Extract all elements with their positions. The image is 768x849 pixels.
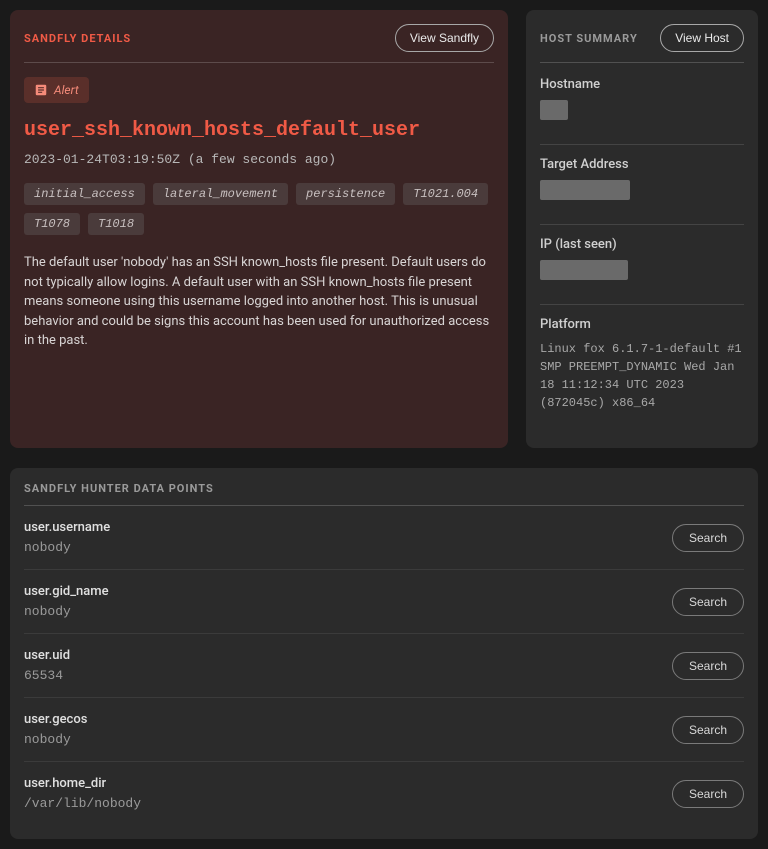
data-point-value: 65534 xyxy=(24,668,70,683)
alert-badge: Alert xyxy=(24,77,89,103)
finding-name: user_ssh_known_hosts_default_user xyxy=(24,119,494,142)
details-header: SANDFLY DETAILS View Sandfly xyxy=(24,24,494,63)
data-points-list: user.usernamenobodySearchuser.gid_nameno… xyxy=(24,506,744,825)
finding-timestamp: 2023-01-24T03:19:50Z (a few seconds ago) xyxy=(24,152,494,167)
host-header: HOST SUMMARY View Host xyxy=(540,24,744,63)
data-point-key: user.home_dir xyxy=(24,776,141,791)
data-point-key: user.uid xyxy=(24,648,70,663)
tag[interactable]: lateral_movement xyxy=(153,183,288,205)
hunter-title: SANDFLY HUNTER DATA POINTS xyxy=(24,482,214,495)
data-point-value: nobody xyxy=(24,604,109,619)
sandfly-details-panel: SANDFLY DETAILS View Sandfly Alert user_… xyxy=(10,10,508,448)
target-redacted xyxy=(540,180,630,200)
data-point-key: user.gecos xyxy=(24,712,87,727)
data-point-row: user.gid_namenobody Search xyxy=(24,570,744,634)
search-button[interactable]: Search xyxy=(672,780,744,808)
ip-label: IP (last seen) xyxy=(540,237,744,252)
ip-redacted xyxy=(540,260,628,280)
target-block: Target Address xyxy=(540,157,744,225)
tag[interactable]: T1021.004 xyxy=(403,183,488,205)
view-host-button[interactable]: View Host xyxy=(660,24,744,52)
data-point-row: user.username nobody Search xyxy=(24,506,744,570)
data-point-value: nobody xyxy=(24,732,87,747)
hostname-label: Hostname xyxy=(540,77,744,92)
data-point-left: user.gid_namenobody xyxy=(24,584,109,619)
search-button[interactable]: Search xyxy=(672,716,744,744)
search-button[interactable]: Search xyxy=(672,524,744,552)
view-sandfly-button[interactable]: View Sandfly xyxy=(395,24,494,52)
platform-value: Linux fox 6.1.7-1-default #1 SMP PREEMPT… xyxy=(540,340,744,412)
tag[interactable]: T1018 xyxy=(88,213,144,235)
platform-label: Platform xyxy=(540,317,744,332)
hostname-block: Hostname xyxy=(540,77,744,145)
search-button[interactable]: Search xyxy=(672,588,744,616)
data-point-row: user.home_dir/var/lib/nobody Search xyxy=(24,762,744,825)
hunter-panel: SANDFLY HUNTER DATA POINTS user.username… xyxy=(10,468,758,839)
data-point-row: user.uid 65534 Search xyxy=(24,634,744,698)
data-point-left: user.uid 65534 xyxy=(24,648,70,683)
data-point-row: user.gecos nobody Search xyxy=(24,698,744,762)
data-point-key: user.gid_name xyxy=(24,584,109,599)
finding-description: The default user 'nobody' has an SSH kno… xyxy=(24,253,494,351)
tag[interactable]: persistence xyxy=(296,183,395,205)
data-point-value: /var/lib/nobody xyxy=(24,796,141,811)
hunter-header: SANDFLY HUNTER DATA POINTS xyxy=(24,482,744,506)
data-point-key: user.username xyxy=(24,520,110,535)
alert-icon xyxy=(34,83,48,97)
platform-block: Platform Linux fox 6.1.7-1-default #1 SM… xyxy=(540,317,744,422)
data-point-left: user.home_dir/var/lib/nobody xyxy=(24,776,141,811)
data-point-left: user.gecos nobody xyxy=(24,712,87,747)
details-title: SANDFLY DETAILS xyxy=(24,32,131,45)
hostname-redacted xyxy=(540,100,568,120)
tag[interactable]: T1078 xyxy=(24,213,80,235)
data-point-left: user.username nobody xyxy=(24,520,110,555)
data-point-value: nobody xyxy=(24,540,110,555)
host-summary-panel: HOST SUMMARY View Host Hostname Target A… xyxy=(526,10,758,448)
search-button[interactable]: Search xyxy=(672,652,744,680)
target-label: Target Address xyxy=(540,157,744,172)
alert-label: Alert xyxy=(54,83,79,97)
ip-block: IP (last seen) xyxy=(540,237,744,305)
host-title: HOST SUMMARY xyxy=(540,32,638,45)
tag-row: initial_access lateral_movement persistenc… xyxy=(24,183,494,235)
tag[interactable]: initial_access xyxy=(24,183,145,205)
